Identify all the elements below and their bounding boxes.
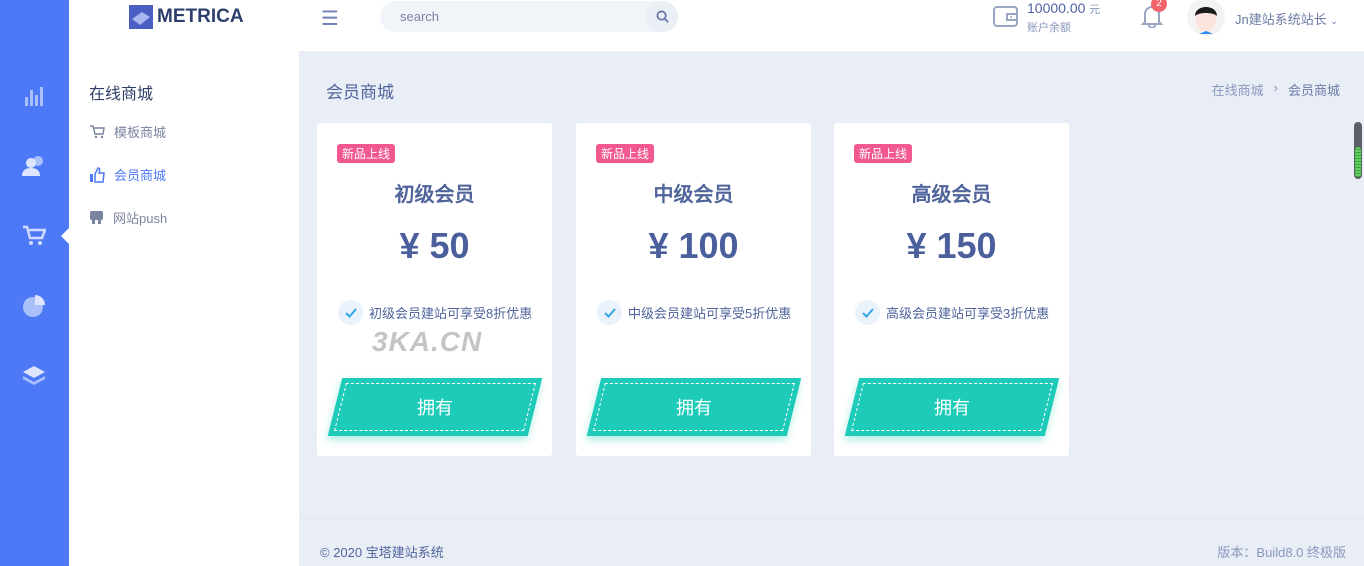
push-icon [90, 211, 103, 224]
search-input[interactable]: search [380, 1, 678, 32]
thumbs-up-icon [90, 166, 105, 183]
copyright: © 2020 宝塔建站系统 [320, 545, 444, 560]
search-icon[interactable] [646, 1, 678, 32]
layers-icon[interactable] [20, 362, 48, 390]
logo[interactable]: METRICA [129, 5, 244, 29]
plan-name: 初级会员 [394, 184, 475, 206]
plan-price: ¥ 150 [906, 225, 997, 266]
submenu-item-label: 网站push [113, 211, 168, 226]
users-icon[interactable] [20, 152, 48, 180]
own-button[interactable]: 拥有 [844, 378, 1060, 436]
new-badge: 新品上线 [854, 144, 913, 163]
plan-price: ¥ 50 [399, 225, 470, 266]
chevron-down-icon: ⌄ [1330, 16, 1338, 26]
search-placeholder: search [400, 9, 440, 24]
submenu-item-label: 会员商城 [114, 168, 167, 183]
submenu-item-label: 模板商城 [114, 125, 167, 140]
plan-name: 高级会员 [911, 184, 992, 206]
account-balance: 10000.00 元账户余额 [1027, 0, 1100, 35]
user-name: Jn建站系统站长 [1235, 12, 1327, 27]
plan-feature: 中级会员建站可享受5折优惠 [597, 300, 791, 325]
submenu-title: 在线商城 [89, 86, 154, 103]
top-bar: METRICA ☰ search 10000.00 元账户余额 2 Jn建站系统… [69, 0, 1364, 51]
cart-icon[interactable] [20, 222, 48, 250]
new-badge: 新品上线 [596, 144, 655, 163]
balance-value: 10000.00 [1027, 0, 1086, 16]
icon-rail [0, 0, 69, 566]
balance-label: 账户余额 [1027, 22, 1071, 34]
submenu-item-push[interactable]: 网站push [89, 208, 167, 227]
plan-feature: 初级会员建站可享受8折优惠 [338, 300, 532, 325]
bar-chart-icon[interactable] [20, 82, 48, 110]
menu-toggle-button[interactable]: ☰ [321, 6, 339, 31]
app-name: METRICA [157, 6, 244, 27]
breadcrumb-item[interactable]: 在线商城 [1212, 80, 1264, 99]
user-menu[interactable]: Jn建站系统站长 ⌄ [1235, 9, 1338, 28]
scrollbar[interactable] [1354, 122, 1362, 179]
own-button[interactable]: 拥有 [586, 378, 802, 436]
page-title: 会员商城 [326, 83, 394, 102]
plan-feature: 高级会员建站可享受3折优惠 [855, 300, 1049, 325]
membership-card: 新品上线 初级会员 ¥ 50 初级会员建站可享受8折优惠 3KA.CN 拥有 [317, 123, 552, 456]
plan-name: 中级会员 [653, 184, 734, 206]
check-icon [855, 300, 880, 325]
pie-chart-icon[interactable] [20, 292, 48, 320]
chevron-right-icon: › [1273, 80, 1278, 95]
currency: 元 [1089, 4, 1101, 16]
membership-card: 新品上线 高级会员 ¥ 150 高级会员建站可享受3折优惠 拥有 [834, 123, 1069, 456]
own-button[interactable]: 拥有 [327, 378, 543, 436]
new-badge: 新品上线 [337, 144, 396, 163]
avatar[interactable] [1187, 0, 1225, 36]
plan-price: ¥ 100 [648, 225, 739, 266]
breadcrumb: 在线商城 › 会员商城 [1212, 80, 1340, 99]
own-button-label: 拥有 [934, 398, 970, 418]
own-button-label: 拥有 [676, 398, 712, 418]
footer: © 2020 宝塔建站系统 版本：Build8.0 终极版 [299, 518, 1364, 566]
feature-text: 高级会员建站可享受3折优惠 [886, 306, 1050, 321]
version: 版本：Build8.0 终极版 [1217, 545, 1346, 560]
check-icon [597, 300, 622, 325]
cart-icon [90, 124, 105, 138]
logo-icon [129, 5, 153, 29]
submenu-item-template-store[interactable]: 模板商城 [89, 122, 166, 141]
wallet-icon [993, 4, 1019, 33]
membership-card: 新品上线 中级会员 ¥ 100 中级会员建站可享受5折优惠 拥有 [576, 123, 811, 456]
check-icon [338, 300, 363, 325]
feature-text: 初级会员建站可享受8折优惠 [369, 306, 533, 321]
watermark: 3KA.CN [372, 326, 483, 357]
own-button-label: 拥有 [417, 398, 453, 418]
feature-text: 中级会员建站可享受5折优惠 [628, 306, 792, 321]
breadcrumb-current: 会员商城 [1287, 83, 1340, 98]
notification-badge: 2 [1151, 0, 1167, 12]
active-indicator [61, 228, 69, 244]
submenu-item-member-store[interactable]: 会员商城 [89, 165, 166, 184]
